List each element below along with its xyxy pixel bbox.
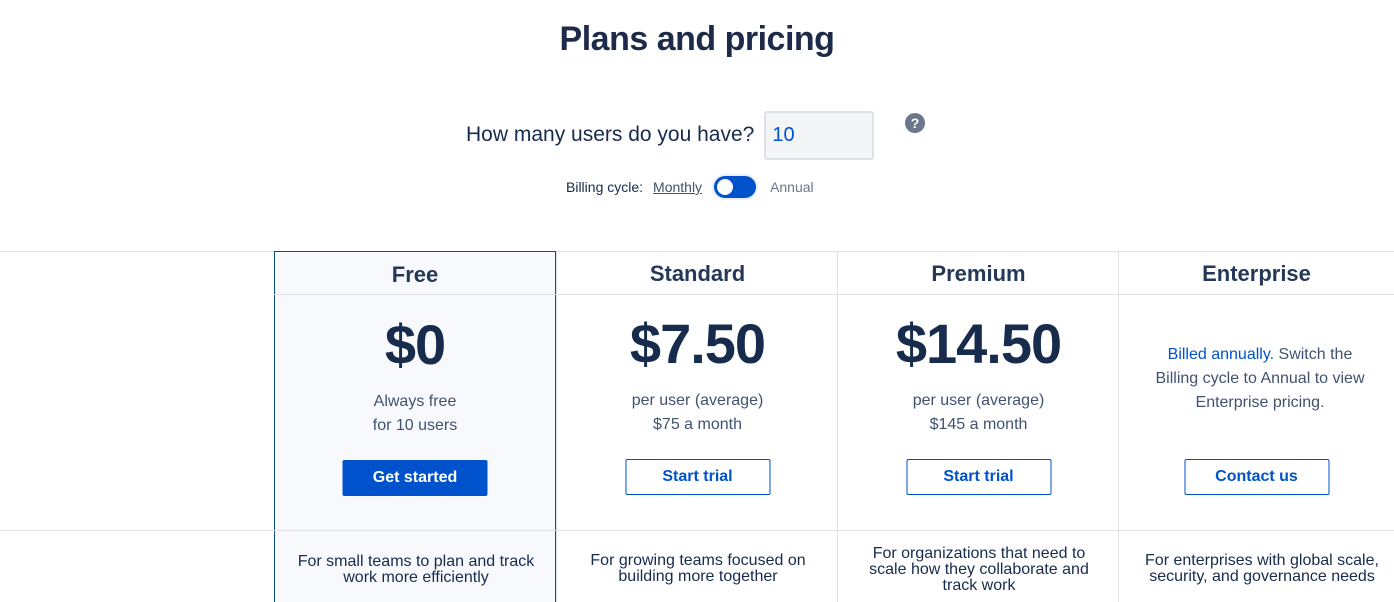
plan-price-detail: for 10 users [372,417,458,434]
plan-description: For growing teams focused on building mo… [590,552,806,585]
plan-description: For small teams to plan and track work m… [297,553,535,586]
plan-description: For organizations that need to scale how… [869,545,1089,594]
question-circle-icon[interactable]: ? [905,113,925,133]
plan-header-divider [274,294,1394,295]
billing-cycle-label: Billing cycle: [566,179,644,195]
users-count-input[interactable]: 10 [764,110,875,160]
plan-column-standard: Standard $7.50 per user (average) $75 a … [556,251,838,602]
plan-price-note: per user (average) [912,392,1045,409]
start-trial-button-standard[interactable]: Start trial [625,459,770,495]
billing-annual-link[interactable]: Annual [770,179,814,195]
users-row: How many users do you have? 10 [466,110,875,160]
billing-monthly-link[interactable]: Monthly [653,179,702,195]
plan-price: $14.50 [895,312,1062,375]
users-label: How many users do you have? [466,123,755,146]
page-title: Plans and pricing [559,20,835,58]
billing-cycle-toggle[interactable] [714,176,757,198]
enterprise-pricing-note: Billed annually. Switch the Billing cycl… [1149,343,1371,415]
plan-price: $0 [384,313,446,376]
start-trial-button-premium[interactable]: Start trial [906,459,1051,495]
plan-price-note: per user (average) [631,392,764,409]
plan-name: Standard [649,261,746,286]
plan-column-enterprise: Enterprise Billed annually. Switch the B… [1118,251,1394,602]
plan-price-detail: $145 a month [929,416,1028,433]
plan-section-divider [0,530,1394,531]
billing-cycle-row: Billing cycle: Monthly Annual [566,176,814,198]
get-started-button[interactable]: Get started [342,460,488,496]
plan-description: For enterprises with global scale, secur… [1145,552,1379,585]
plan-column-premium: Premium $14.50 per user (average) $145 a… [837,251,1119,602]
plan-price-detail: $75 a month [653,416,742,433]
plan-name: Free [391,262,439,287]
billed-annually-link[interactable]: Billed annually. [1168,346,1274,363]
toggle-knob [717,179,734,195]
plan-column-free: Free $0 Always free for 10 users Get sta… [274,251,556,602]
plan-price: $7.50 [629,312,766,375]
plan-name: Enterprise [1202,261,1311,286]
plan-price-note: Always free [373,393,457,410]
contact-us-button[interactable]: Contact us [1184,459,1329,495]
plan-name: Premium [931,261,1026,286]
